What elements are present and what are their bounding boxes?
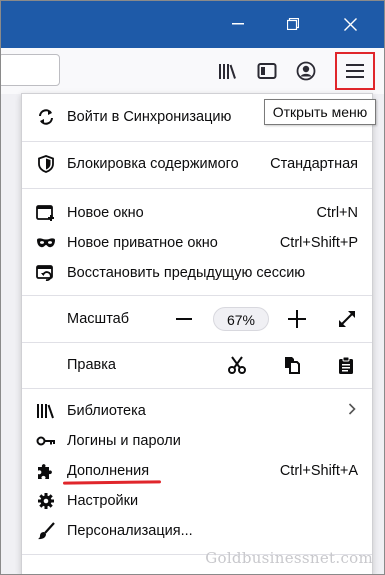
menu-tooltip: Открыть меню	[264, 99, 376, 125]
screenshot-border	[0, 0, 385, 575]
